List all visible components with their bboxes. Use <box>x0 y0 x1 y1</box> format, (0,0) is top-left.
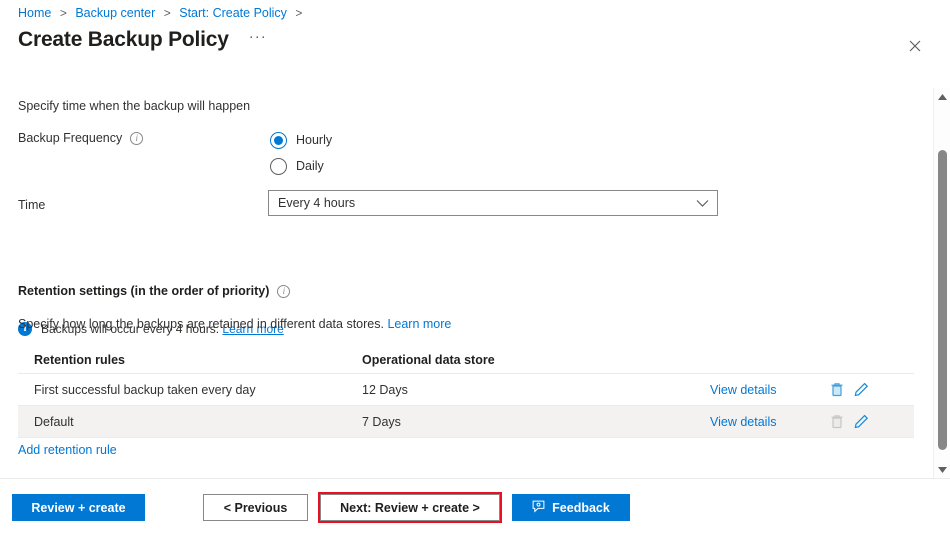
vertical-scrollbar[interactable] <box>933 88 950 478</box>
create-backup-policy-blade: Home > Backup center > Start: Create Pol… <box>0 0 950 535</box>
title-row: Create Backup Policy ··· <box>18 28 271 52</box>
radio-hourly-label: Hourly <box>296 133 333 147</box>
info-icon[interactable]: i <box>130 132 144 145</box>
row-actions <box>830 382 869 397</box>
radio-option-hourly[interactable]: Hourly <box>270 127 332 153</box>
column-header-operational-data-store: Operational data store <box>362 352 495 367</box>
breadcrumb-item-home[interactable]: Home <box>18 6 51 20</box>
radio-hourly-indicator[interactable] <box>270 131 287 149</box>
retention-settings-heading-group: Retention settings (in the order of prio… <box>18 284 291 298</box>
time-label: Time <box>18 198 46 212</box>
form-content: Specify time when the backup will happen… <box>0 88 932 478</box>
scrollbar-thumb[interactable] <box>938 150 947 450</box>
next-review-create-button[interactable]: Next: Review + create > <box>318 492 502 523</box>
more-options-icon[interactable]: ··· <box>245 29 271 44</box>
chevron-down-icon <box>696 199 709 208</box>
retention-rules-table: Retention rules Operational data store F… <box>18 346 914 438</box>
edit-icon[interactable] <box>854 382 869 397</box>
footer-action-bar: Review + create < Previous Next: Review … <box>0 478 950 535</box>
breadcrumb-separator: > <box>163 6 171 20</box>
info-icon[interactable]: i <box>277 284 291 298</box>
backup-frequency-radio-group: Hourly Daily <box>270 127 332 179</box>
radio-option-daily[interactable]: Daily <box>270 153 332 179</box>
column-header-retention-rules: Retention rules <box>34 352 125 367</box>
retention-learn-more-link[interactable]: Learn more <box>387 317 451 331</box>
feedback-button[interactable]: Feedback <box>512 494 630 521</box>
cell-retention-rule-name: Default <box>34 414 74 429</box>
edit-icon[interactable] <box>854 414 869 429</box>
review-create-button[interactable]: Review + create <box>12 494 145 521</box>
close-icon[interactable] <box>902 33 928 59</box>
breadcrumb-separator: > <box>59 6 67 20</box>
delete-icon <box>830 414 844 429</box>
page-title: Create Backup Policy <box>18 28 229 51</box>
feedback-label: Feedback <box>552 500 610 515</box>
time-dropdown[interactable]: Every 4 hours <box>268 190 718 216</box>
cell-operational-data-store: 12 Days <box>362 382 408 397</box>
retention-subtitle: Specify how long the backups are retaine… <box>18 316 451 333</box>
breadcrumb-separator: > <box>295 6 303 20</box>
previous-button[interactable]: < Previous <box>203 494 308 521</box>
cell-operational-data-store: 7 Days <box>362 414 401 429</box>
breadcrumb-item-start-create-policy[interactable]: Start: Create Policy <box>179 6 287 20</box>
backup-frequency-label: Backup Frequency <box>18 131 123 145</box>
scroll-down-arrow-icon[interactable] <box>934 461 950 478</box>
backup-frequency-label-group: Backup Frequency i <box>18 130 144 147</box>
breadcrumb-item-backup-center[interactable]: Backup center <box>75 6 155 20</box>
row-actions <box>830 414 869 429</box>
add-retention-rule-link[interactable]: Add retention rule <box>18 443 117 457</box>
table-row[interactable]: Default 7 Days View details <box>18 406 914 438</box>
breadcrumb: Home > Backup center > Start: Create Pol… <box>18 4 307 22</box>
retention-subtitle-text: Specify how long the backups are retaine… <box>18 317 384 331</box>
feedback-icon <box>532 500 545 516</box>
delete-icon[interactable] <box>830 382 844 397</box>
section-intro-text: Specify time when the backup will happen <box>18 99 251 113</box>
cell-retention-rule-name: First successful backup taken every day <box>34 382 256 397</box>
radio-daily-indicator[interactable] <box>270 157 287 175</box>
time-dropdown-value: Every 4 hours <box>278 196 356 210</box>
table-row[interactable]: First successful backup taken every day … <box>18 374 914 406</box>
table-header-row: Retention rules Operational data store <box>18 346 914 374</box>
view-details-link[interactable]: View details <box>710 415 830 429</box>
scroll-up-arrow-icon[interactable] <box>934 88 950 105</box>
radio-daily-label: Daily <box>296 159 324 173</box>
view-details-link[interactable]: View details <box>710 383 830 397</box>
retention-settings-heading: Retention settings (in the order of prio… <box>18 284 270 298</box>
